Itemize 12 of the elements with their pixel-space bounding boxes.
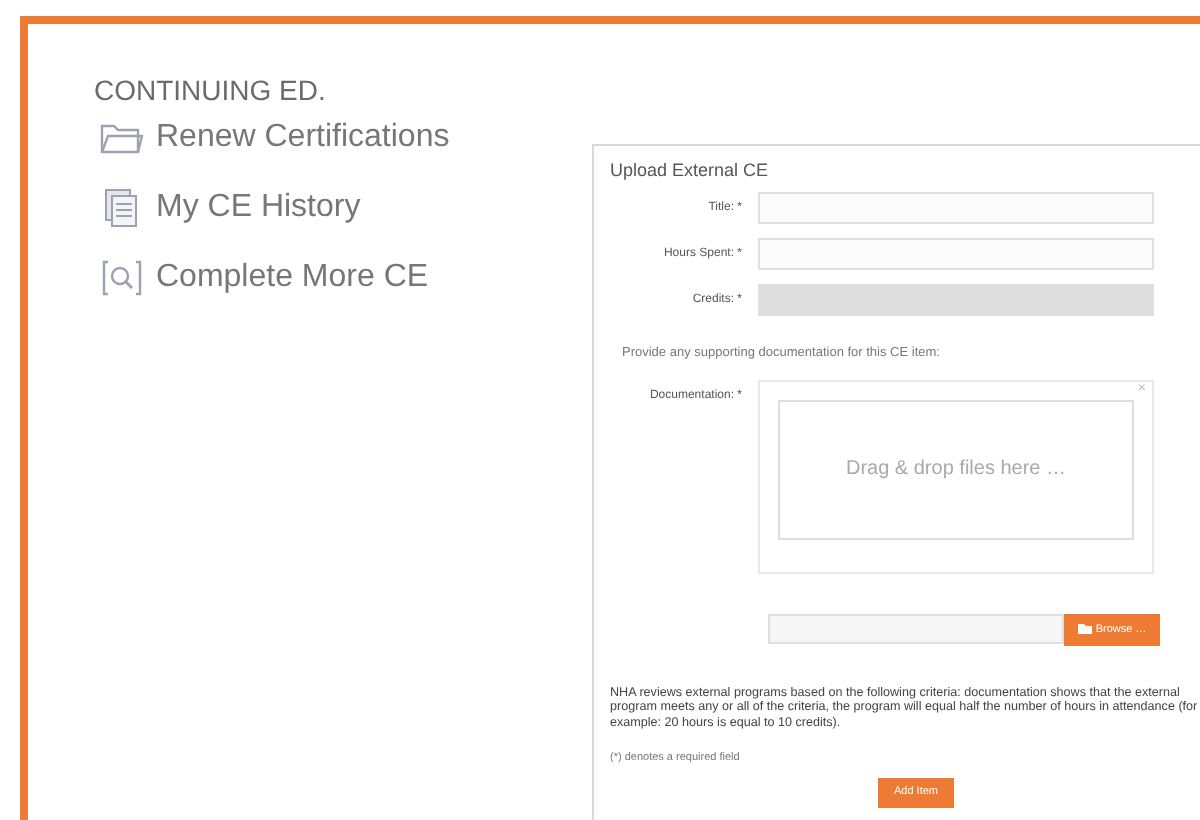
section-heading: CONTINUING ED.: [94, 72, 328, 108]
search-icon: [100, 258, 144, 298]
sidebar-link[interactable]: Renew Certifications: [94, 116, 592, 160]
folder-icon: [1077, 624, 1092, 635]
text-field[interactable]: [758, 192, 1154, 224]
text-field[interactable]: [758, 238, 1154, 270]
sidebar-link[interactable]: My CE History: [94, 186, 592, 230]
form-title: Upload External CE: [610, 158, 771, 182]
file-path-field[interactable]: [768, 614, 1064, 645]
dropzone[interactable]: Drag & drop files here …: [778, 399, 1134, 540]
folder-icon: [100, 120, 144, 156]
sidebar-link[interactable]: Complete More CE: [94, 256, 592, 300]
